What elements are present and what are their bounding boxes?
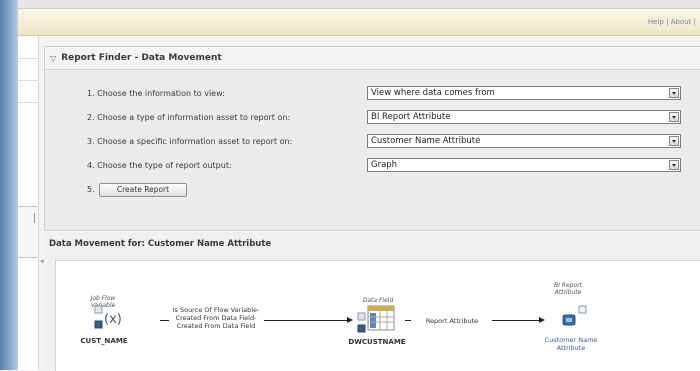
arrow-head-icon — [347, 317, 353, 323]
util-separator: | — [693, 18, 696, 26]
divider — [18, 102, 38, 103]
node-type-label: Data Field — [362, 297, 394, 304]
specific-asset-select[interactable]: Customer Name Attribute — [367, 134, 681, 148]
chevron-down-icon[interactable] — [669, 160, 679, 170]
step-2-label: 2. Choose a type of information asset to… — [87, 113, 291, 122]
bi-report-attribute-icon[interactable] — [561, 303, 591, 329]
svg-text:(x): (x) — [104, 312, 122, 327]
left-panel-item[interactable] — [18, 206, 38, 258]
job-flow-variable-icon[interactable]: (x) — [94, 305, 126, 331]
node-name[interactable]: DWCUSTNAME — [346, 338, 408, 346]
create-report-button[interactable]: Create Report — [99, 183, 187, 197]
help-link[interactable]: Help — [648, 18, 664, 26]
edge-label: Report Attribute — [425, 317, 479, 325]
report-finder-title: Report Finder - Data Movement — [61, 53, 222, 63]
collapse-panel-icon[interactable]: ◂ — [40, 257, 44, 265]
edge-line — [160, 320, 169, 321]
utility-bar: Help | About | — [18, 9, 700, 36]
about-link[interactable]: About — [671, 18, 692, 26]
asset-type-select[interactable]: BI Report Attribute — [367, 110, 681, 124]
arrow-head-icon — [539, 317, 545, 323]
lineage-graph: Job Flow Variable (x) CUST_NAME Is Sourc… — [55, 260, 700, 371]
node-name[interactable]: CUST_NAME — [74, 337, 134, 345]
scroll-tick — [34, 213, 35, 223]
edge-line — [405, 320, 411, 321]
select-value: Graph — [371, 160, 398, 170]
step-4-label: 4. Choose the type of report output: — [87, 161, 232, 170]
edge-line — [264, 320, 348, 321]
left-rail — [0, 0, 18, 370]
select-value: BI Report Attribute — [371, 112, 451, 122]
divider — [18, 58, 38, 59]
report-finder-panel: ▽ Report Finder - Data Movement 1. Choos… — [44, 46, 700, 231]
report-finder-header[interactable]: ▽ Report Finder - Data Movement — [45, 47, 700, 70]
node-type-label: BI Report Attribute — [554, 282, 582, 296]
select-value: Customer Name Attribute — [371, 136, 481, 146]
step-1-label: 1. Choose the information to view: — [87, 89, 225, 98]
data-movement-title: Data Movement for: Customer Name Attribu… — [49, 239, 272, 249]
edge-line — [492, 320, 540, 321]
expand-triangle-icon[interactable]: ▽ — [50, 54, 56, 63]
data-movement-panel: Data Movement for: Customer Name Attribu… — [44, 232, 700, 371]
utility-links: Help | About | — [648, 18, 696, 26]
report-output-select[interactable]: Graph — [367, 158, 681, 172]
step-3-label: 3. Choose a specific information asset t… — [87, 137, 293, 146]
data-field-table-icon[interactable] — [356, 305, 396, 335]
top-band — [18, 0, 700, 9]
divider — [18, 80, 38, 81]
chevron-down-icon[interactable] — [669, 136, 679, 146]
left-navigation-panel — [18, 36, 39, 370]
select-value: View where data comes from — [371, 88, 495, 98]
node-name-link[interactable]: Customer Name Attribute — [542, 336, 600, 352]
chevron-down-icon[interactable] — [669, 112, 679, 122]
step-5-label: 5. — [87, 185, 95, 194]
edge-label: Is Source Of Flow Variable- Created From… — [172, 306, 260, 330]
information-to-view-select[interactable]: View where data comes from — [367, 86, 681, 100]
chevron-down-icon[interactable] — [669, 88, 679, 98]
